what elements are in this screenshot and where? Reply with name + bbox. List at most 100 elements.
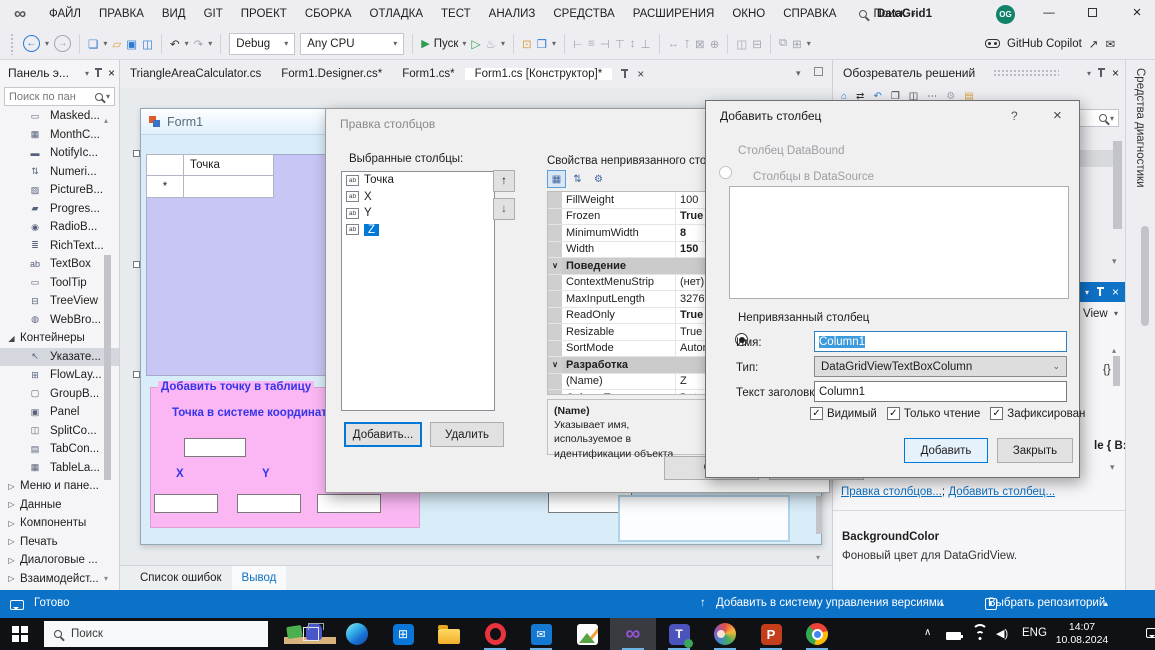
- selection-handle[interactable]: [133, 371, 140, 378]
- select-repository[interactable]: Выбрать репозиторий: [988, 597, 1105, 609]
- platform-combo[interactable]: Any CPU ▾: [300, 32, 405, 55]
- property-row[interactable]: Width 150: [548, 241, 705, 258]
- toolbar-icon[interactable]: ⊢: [573, 37, 583, 51]
- toolbox-item[interactable]: ◢ Контейнеры: [0, 329, 119, 348]
- toolbar-icon[interactable]: ▾: [103, 39, 107, 48]
- toolbar-icon[interactable]: [727, 33, 729, 54]
- property-row[interactable]: SortMode Automatic: [548, 340, 705, 357]
- toolbox-item[interactable]: ▤ TabCon...: [0, 440, 119, 459]
- menu-item[interactable]: ТЕСТ: [432, 8, 480, 20]
- feedback-icon[interactable]: ✉: [1105, 37, 1115, 51]
- copilot-label[interactable]: GitHub Copilot: [1007, 38, 1082, 50]
- property-row[interactable]: Resizable True: [548, 324, 705, 341]
- toolbar-icon[interactable]: ❏: [88, 37, 98, 51]
- toolbar-icon[interactable]: [160, 33, 162, 54]
- toolbar-icon[interactable]: [220, 33, 222, 54]
- language-indicator[interactable]: ENG: [1022, 627, 1047, 639]
- toolbox-item[interactable]: ▷ Компоненты: [0, 514, 119, 533]
- properties-scrollbar[interactable]: [1113, 356, 1120, 386]
- toolbar-icon[interactable]: ⧉: [779, 37, 787, 50]
- menu-item[interactable]: СРЕДСТВА: [544, 8, 623, 20]
- z-textbox[interactable]: [317, 494, 381, 513]
- tool-window-tab[interactable]: Вывод: [231, 565, 287, 591]
- scroll-down-icon[interactable]: ▾: [816, 553, 820, 562]
- toolbar-icon[interactable]: ▾: [45, 39, 49, 48]
- grid-new-row-header[interactable]: *: [146, 175, 184, 198]
- datasource-listbox[interactable]: [729, 186, 1069, 299]
- toolbar-icon[interactable]: [512, 33, 514, 54]
- document-tab[interactable]: Form1.Designer.cs*: [271, 68, 392, 80]
- volume-icon[interactable]: ◀): [996, 627, 1008, 640]
- taskbar-app-button[interactable]: [426, 618, 472, 650]
- toolbox-item[interactable]: ◍ WebBro...: [0, 311, 119, 330]
- toolbar-icon[interactable]: ⊣: [600, 37, 610, 51]
- side-scrollbar[interactable]: [1141, 226, 1149, 326]
- toolbox-item[interactable]: ⇅ Numeri...: [0, 163, 119, 182]
- add-to-source-control[interactable]: Добавить в систему управления версиями: [716, 597, 943, 609]
- chevron-down-icon[interactable]: ▾: [85, 69, 89, 78]
- toolbar-icon[interactable]: ↔: [668, 38, 680, 50]
- taskbar-app-button[interactable]: T: [656, 618, 702, 650]
- toolbox-item[interactable]: ▭ Masked...: [0, 107, 119, 126]
- toolbox-item[interactable]: ▭ ToolTip: [0, 274, 119, 293]
- tab-overflow-chevron-icon[interactable]: ▾: [796, 68, 801, 79]
- menu-item[interactable]: ВИД: [153, 8, 195, 20]
- toolbox-item[interactable]: ≣ RichText...: [0, 237, 119, 256]
- toolbar-icon[interactable]: [769, 33, 771, 54]
- toolbar-icon[interactable]: ▾: [807, 39, 811, 48]
- taskbar-app-button[interactable]: [702, 618, 748, 650]
- account-avatar[interactable]: OG: [996, 5, 1015, 24]
- toolbar-icon[interactable]: [563, 33, 565, 54]
- taskbar-app-button[interactable]: P: [748, 618, 794, 650]
- toolbar-icon[interactable]: ⊠: [695, 37, 705, 51]
- chevron-down-icon[interactable]: ▾: [1085, 288, 1089, 297]
- toolbox-item[interactable]: ▣ Panel: [0, 403, 119, 422]
- name-input[interactable]: Column1: [814, 331, 1067, 352]
- point-name-textbox[interactable]: [184, 438, 246, 457]
- scroll-up-icon[interactable]: ▴: [1112, 346, 1116, 355]
- column-list-item[interactable]: ab Y: [342, 205, 494, 222]
- close-icon[interactable]: ×: [637, 67, 644, 81]
- edit-columns-link[interactable]: Правка столбцов...: [841, 486, 942, 498]
- selection-handle[interactable]: [133, 150, 140, 157]
- wifi-icon[interactable]: [972, 624, 988, 640]
- toolbox-item[interactable]: ▦ TableLa...: [0, 459, 119, 478]
- toolbar-icon[interactable]: ←: [23, 35, 40, 52]
- solution-scrollbar[interactable]: [1113, 141, 1122, 229]
- checkbox-field[interactable]: ✓ Зафиксирован: [990, 407, 1085, 420]
- property-grid-tool-icon[interactable]: ⇅: [568, 170, 587, 188]
- grid-empty-cell[interactable]: [183, 175, 274, 198]
- toolbar-icon[interactable]: ⊟: [752, 37, 762, 51]
- property-row[interactable]: ∨ Разработка: [548, 357, 705, 374]
- designer-scrollbar[interactable]: [816, 496, 822, 534]
- clock-date[interactable]: 10.08.2024: [1050, 634, 1114, 646]
- toolbar-icon[interactable]: ▾: [185, 39, 189, 48]
- form-panel[interactable]: [618, 495, 790, 542]
- menu-item[interactable]: ПРАВКА: [90, 8, 153, 20]
- close-icon[interactable]: ×: [1053, 107, 1062, 124]
- close-button[interactable]: Закрыть: [997, 438, 1073, 463]
- maximize-button[interactable]: [1088, 8, 1097, 17]
- toolbar-icon[interactable]: ▾: [552, 39, 556, 48]
- property-row[interactable]: (Name) Z: [548, 373, 705, 390]
- y-textbox[interactable]: [237, 494, 301, 513]
- document-tab[interactable]: TriangleAreaCalculator.cs: [120, 68, 271, 80]
- toolbar-icon[interactable]: ♨: [486, 37, 496, 51]
- tool-window-tab[interactable]: Список ошибок: [130, 566, 232, 591]
- toolbar-icon[interactable]: ⊥: [641, 37, 651, 51]
- property-grid-tool-icon[interactable]: ⚙: [589, 170, 608, 188]
- close-icon[interactable]: ×: [1112, 285, 1119, 299]
- scroll-down-icon[interactable]: ▾: [1112, 256, 1117, 267]
- property-row[interactable]: ContextMenuStrip (нет): [548, 274, 705, 291]
- taskbar-app-button[interactable]: [794, 618, 840, 650]
- toolbar-icon[interactable]: ⊕: [710, 37, 720, 51]
- toolbar-icon[interactable]: ↷: [194, 37, 204, 51]
- taskbar-app-button[interactable]: ✉: [518, 618, 564, 650]
- minimize-button[interactable]: —: [1032, 7, 1066, 19]
- add-column-link[interactable]: Добавить столбец...: [948, 486, 1055, 498]
- menu-item[interactable]: ПРОЕКТ: [232, 8, 296, 20]
- document-tab[interactable]: Form1.cs [Конструктор]*: [464, 68, 613, 80]
- selection-handle[interactable]: [133, 261, 140, 268]
- toolbar-icon[interactable]: [658, 33, 660, 54]
- taskbar-app-button[interactable]: [334, 618, 380, 650]
